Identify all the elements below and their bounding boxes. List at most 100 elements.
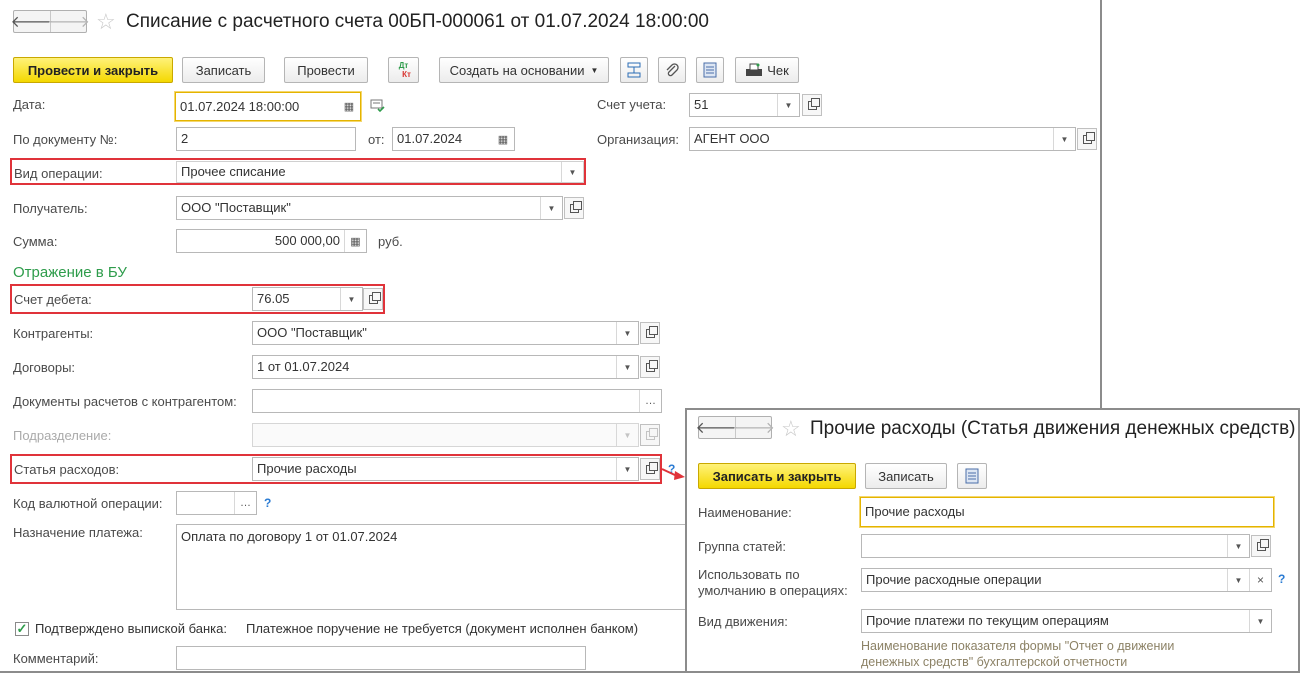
org-field[interactable]: АГЕНТ ООО ▼ bbox=[689, 127, 1076, 151]
comment-field[interactable] bbox=[176, 646, 586, 670]
document-list-icon bbox=[965, 468, 979, 484]
debit-label: Счет дебета: bbox=[14, 292, 92, 307]
open-form-icon bbox=[645, 427, 658, 440]
open-form-icon bbox=[645, 325, 658, 338]
chevron-down-icon[interactable]: ▼ bbox=[1227, 569, 1249, 591]
help-icon[interactable]: ? bbox=[264, 496, 271, 510]
help-icon[interactable]: ? bbox=[1278, 572, 1285, 586]
name-label: Наименование: bbox=[698, 505, 792, 520]
open-form-icon bbox=[368, 291, 381, 304]
recipient-label: Получатель: bbox=[13, 201, 88, 216]
movement-note: Наименование показателя формы "Отчет о д… bbox=[861, 639, 1175, 669]
confirmed-note: Платежное поручение не требуется (докуме… bbox=[246, 621, 639, 636]
chevron-down-icon[interactable]: ▼ bbox=[777, 94, 799, 116]
counterparty-field[interactable]: ООО "Поставщик" ▼ bbox=[252, 321, 639, 345]
open-account-button[interactable] bbox=[802, 94, 822, 116]
report-button[interactable] bbox=[957, 463, 987, 489]
group-value bbox=[862, 535, 1227, 557]
settle-docs-field[interactable]: … bbox=[252, 389, 662, 413]
structure-button[interactable] bbox=[620, 57, 648, 83]
calculator-icon[interactable]: ▦ bbox=[344, 230, 366, 252]
confirmed-checkbox[interactable]: ✓ bbox=[15, 621, 29, 636]
open-contracts-button[interactable] bbox=[640, 356, 660, 378]
account-label: Счет учета: bbox=[597, 97, 667, 112]
dt-label: Дт bbox=[398, 61, 409, 70]
receipt-button[interactable]: Чек bbox=[735, 57, 799, 83]
back-arrow-icon[interactable]: 🡐 bbox=[696, 417, 739, 438]
name-field[interactable]: Прочие расходы bbox=[860, 497, 1274, 527]
date-field[interactable]: 01.07.2024 18:00:00 ▦ bbox=[175, 92, 361, 121]
save-and-close-button[interactable]: Записать и закрыть bbox=[698, 463, 856, 489]
structure-icon bbox=[627, 62, 641, 78]
open-org-button[interactable] bbox=[1077, 128, 1097, 150]
create-based-on-button[interactable]: Создать на основании ▼ bbox=[439, 57, 609, 83]
kt-label: Кт bbox=[402, 70, 411, 79]
chevron-down-icon[interactable]: ▼ bbox=[616, 356, 638, 378]
save-button[interactable]: Записать bbox=[182, 57, 265, 83]
recipient-field[interactable]: ООО "Поставщик" ▼ bbox=[176, 196, 563, 220]
comment-label: Комментарий: bbox=[13, 651, 99, 666]
chevron-down-icon[interactable]: ▼ bbox=[1249, 610, 1271, 632]
calendar-icon[interactable]: ▦ bbox=[338, 93, 360, 120]
post-and-close-button[interactable]: Провести и закрыть bbox=[13, 57, 173, 83]
chevron-down-icon[interactable]: ▼ bbox=[1227, 535, 1249, 557]
ellipsis-icon[interactable]: … bbox=[234, 492, 256, 514]
amount-value: 500 000,00 bbox=[274, 233, 340, 248]
docnum-field[interactable]: 2 bbox=[176, 127, 356, 151]
default-ops-field[interactable]: Прочие расходные операции ▼ × bbox=[861, 568, 1272, 592]
chevron-down-icon[interactable]: ▼ bbox=[1053, 128, 1075, 150]
open-debit-button[interactable] bbox=[363, 288, 383, 310]
account-field[interactable]: 51 ▼ bbox=[689, 93, 800, 117]
default-label-line2: умолчанию в операциях: bbox=[698, 583, 848, 598]
division-field: ▼ bbox=[252, 423, 639, 447]
chevron-down-icon[interactable]: ▼ bbox=[616, 322, 638, 344]
account-value: 51 bbox=[694, 97, 709, 112]
movement-field[interactable]: Прочие платежи по текущим операциям ▼ bbox=[861, 609, 1272, 633]
currency-op-field[interactable]: … bbox=[176, 491, 257, 515]
movement-value: Прочие платежи по текущим операциям bbox=[866, 613, 1109, 628]
chevron-down-icon[interactable]: ▼ bbox=[561, 162, 583, 182]
open-expense-button[interactable] bbox=[640, 458, 660, 480]
amount-field[interactable]: 500 000,00 ▦ bbox=[176, 229, 367, 253]
optype-field[interactable]: Прочее списание ▼ bbox=[176, 161, 584, 183]
document-check-icon[interactable] bbox=[370, 99, 386, 116]
open-group-button[interactable] bbox=[1251, 535, 1271, 557]
chevron-down-icon[interactable]: ▼ bbox=[616, 458, 638, 480]
report-button[interactable] bbox=[696, 57, 724, 83]
group-label: Группа статей: bbox=[698, 539, 786, 554]
purpose-textarea[interactable]: Оплата по договору 1 от 01.07.2024 bbox=[176, 524, 696, 610]
attach-button[interactable] bbox=[658, 57, 686, 83]
debit-field[interactable]: 76.05 ▼ bbox=[252, 287, 363, 311]
group-field[interactable]: ▼ bbox=[861, 534, 1250, 558]
nav-buttons: 🡐 🡒 bbox=[696, 416, 775, 439]
back-arrow-icon[interactable]: 🡐 bbox=[11, 11, 54, 32]
expense-field[interactable]: Прочие расходы ▼ bbox=[252, 457, 639, 481]
name-value: Прочие расходы bbox=[865, 504, 965, 519]
document-list-icon bbox=[703, 62, 717, 78]
optype-label: Вид операции: bbox=[14, 166, 103, 181]
clear-icon[interactable]: × bbox=[1249, 569, 1271, 591]
from-date-field[interactable]: 01.07.2024 ▦ bbox=[392, 127, 515, 151]
save-button[interactable]: Записать bbox=[865, 463, 947, 489]
dt-kt-button[interactable]: Дт Кт bbox=[388, 57, 419, 83]
calendar-icon[interactable]: ▦ bbox=[492, 128, 514, 150]
chevron-down-icon[interactable]: ▼ bbox=[540, 197, 562, 219]
contracts-label: Договоры: bbox=[13, 360, 76, 375]
open-counterparty-button[interactable] bbox=[640, 322, 660, 344]
open-form-icon bbox=[569, 200, 582, 213]
favorite-star-icon[interactable]: ☆ bbox=[96, 11, 116, 33]
post-button[interactable]: Провести bbox=[284, 57, 368, 83]
chevron-down-icon[interactable]: ▼ bbox=[340, 288, 362, 310]
contracts-field[interactable]: 1 от 01.07.2024 ▼ bbox=[252, 355, 639, 379]
purpose-label: Назначение платежа: bbox=[13, 525, 143, 540]
open-recipient-button[interactable] bbox=[564, 197, 584, 219]
favorite-star-icon[interactable]: ☆ bbox=[781, 418, 801, 440]
expense-item-window: 🡐 🡒 ☆ Прочие расходы (Статья движения де… bbox=[685, 408, 1300, 673]
default-label-line1: Использовать по bbox=[698, 567, 800, 582]
currency-label: руб. bbox=[378, 234, 403, 249]
ellipsis-icon[interactable]: … bbox=[639, 390, 661, 412]
forward-arrow-icon[interactable]: 🡒 bbox=[47, 11, 90, 32]
date-value: 01.07.2024 18:00:00 bbox=[180, 99, 300, 114]
forward-arrow-icon[interactable]: 🡒 bbox=[732, 417, 775, 438]
from-date-value: 01.07.2024 bbox=[397, 131, 463, 146]
